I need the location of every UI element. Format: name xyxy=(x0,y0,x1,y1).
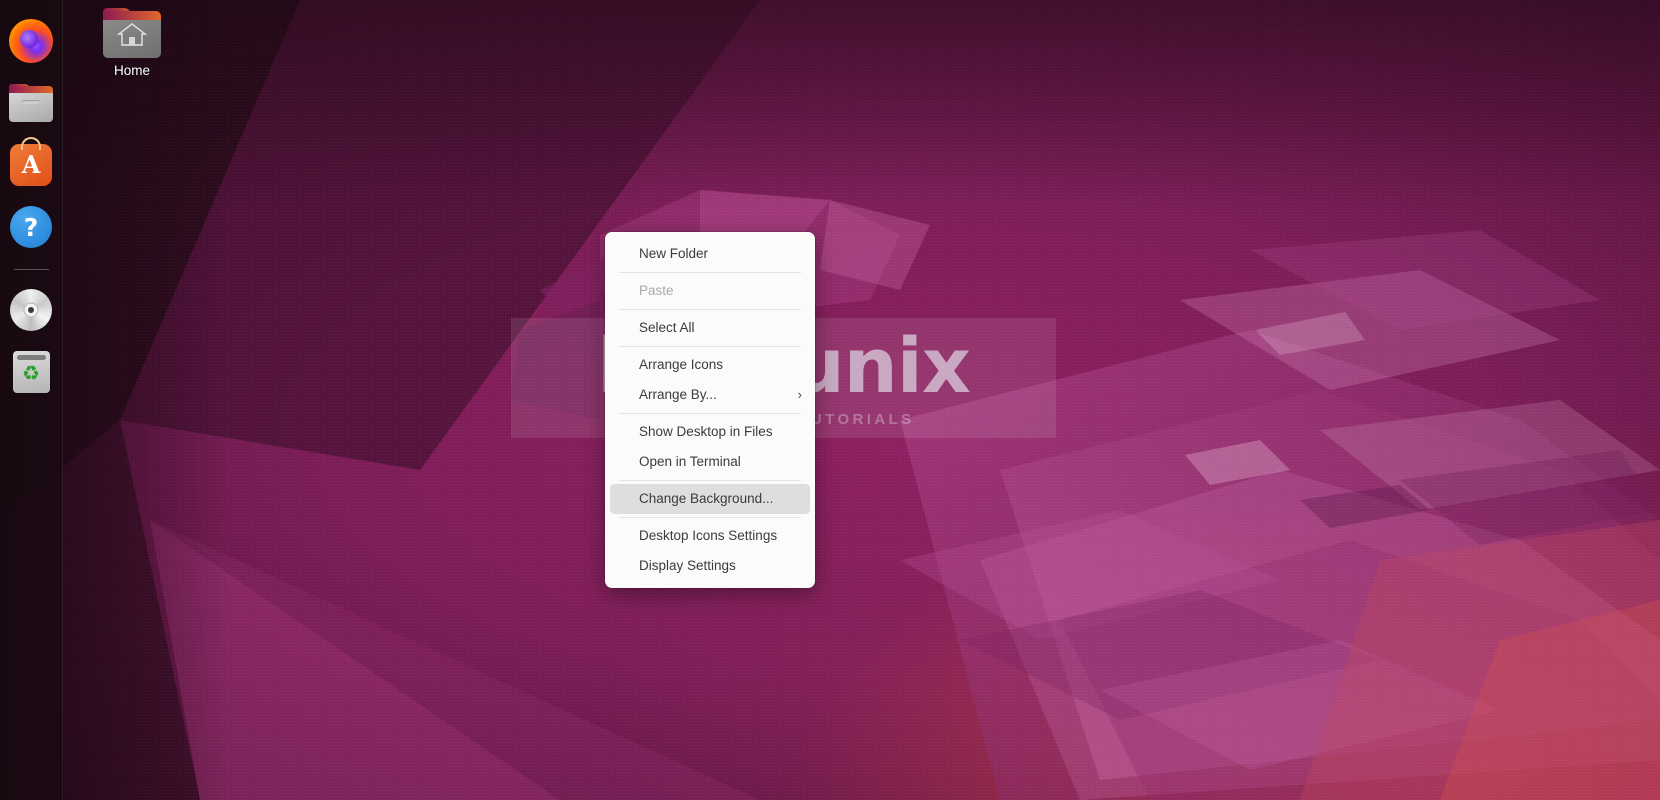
question-mark-icon: ? xyxy=(10,206,52,248)
house-glyph xyxy=(117,22,147,46)
menu-item-change-background[interactable]: Change Background... xyxy=(610,484,810,514)
menu-item-arrange-by[interactable]: Arrange By... › xyxy=(605,380,815,410)
menu-item-label: New Folder xyxy=(639,246,709,261)
trash-bin-icon: ♻ xyxy=(12,351,50,393)
desktop-context-menu[interactable]: New Folder Paste Select All Arrange Icons Ar… xyxy=(605,232,815,588)
menu-item-display-settings[interactable]: Display Settings xyxy=(605,551,815,581)
menu-item-label: Change Background... xyxy=(639,491,774,506)
chevron-right-icon: › xyxy=(797,387,802,402)
menu-item-arrange-icons[interactable]: Arrange Icons xyxy=(605,350,815,380)
dock-item-disc[interactable] xyxy=(7,286,55,334)
software-bag-icon: A xyxy=(10,137,52,186)
folder-icon xyxy=(9,84,53,122)
menu-item-label: Arrange Icons xyxy=(639,357,724,372)
menu-item-desktop-icons-settings[interactable]: Desktop Icons Settings xyxy=(605,521,815,551)
dock-item-firefox[interactable] xyxy=(7,17,55,65)
optical-disc-icon xyxy=(10,289,52,331)
desktop-root[interactable]: kifarunix LINUX TIPS & TUTORIALS A ? xyxy=(0,0,1660,800)
menu-separator xyxy=(619,309,801,310)
menu-item-label: Show Desktop in Files xyxy=(639,424,773,439)
recycle-glyph: ♻ xyxy=(22,363,40,386)
menu-item-label: Select All xyxy=(639,320,695,335)
wallpaper-vignette xyxy=(0,0,1660,800)
menu-item-open-in-terminal[interactable]: Open in Terminal xyxy=(605,447,815,477)
menu-item-new-folder[interactable]: New Folder xyxy=(605,239,815,269)
menu-item-label: Arrange By... xyxy=(639,387,717,402)
dock-item-files[interactable] xyxy=(7,79,55,127)
firefox-icon xyxy=(9,19,53,63)
menu-item-label: Paste xyxy=(639,283,674,298)
desktop-icon-home[interactable]: Home xyxy=(88,8,176,78)
home-folder-icon xyxy=(103,8,161,58)
dock-item-help[interactable]: ? xyxy=(7,203,55,251)
menu-item-select-all[interactable]: Select All xyxy=(605,313,815,343)
menu-separator xyxy=(619,272,801,273)
menu-item-label: Desktop Icons Settings xyxy=(639,528,778,543)
menu-separator xyxy=(619,413,801,414)
desktop-icon-label: Home xyxy=(113,63,150,78)
menu-separator xyxy=(619,517,801,518)
menu-item-label: Display Settings xyxy=(639,558,736,573)
dock-item-software[interactable]: A xyxy=(7,137,55,189)
dock-separator xyxy=(13,269,49,270)
menu-item-paste: Paste xyxy=(605,276,815,306)
menu-item-show-desktop-in-files[interactable]: Show Desktop in Files xyxy=(605,417,815,447)
ubuntu-dock[interactable]: A ? ♻ xyxy=(0,0,63,800)
menu-separator xyxy=(619,346,801,347)
software-icon-glyph: A xyxy=(21,149,41,179)
dock-item-trash[interactable]: ♻ xyxy=(7,348,55,396)
menu-separator xyxy=(619,480,801,481)
desktop-wallpaper xyxy=(0,0,1660,800)
menu-item-label: Open in Terminal xyxy=(639,454,741,469)
